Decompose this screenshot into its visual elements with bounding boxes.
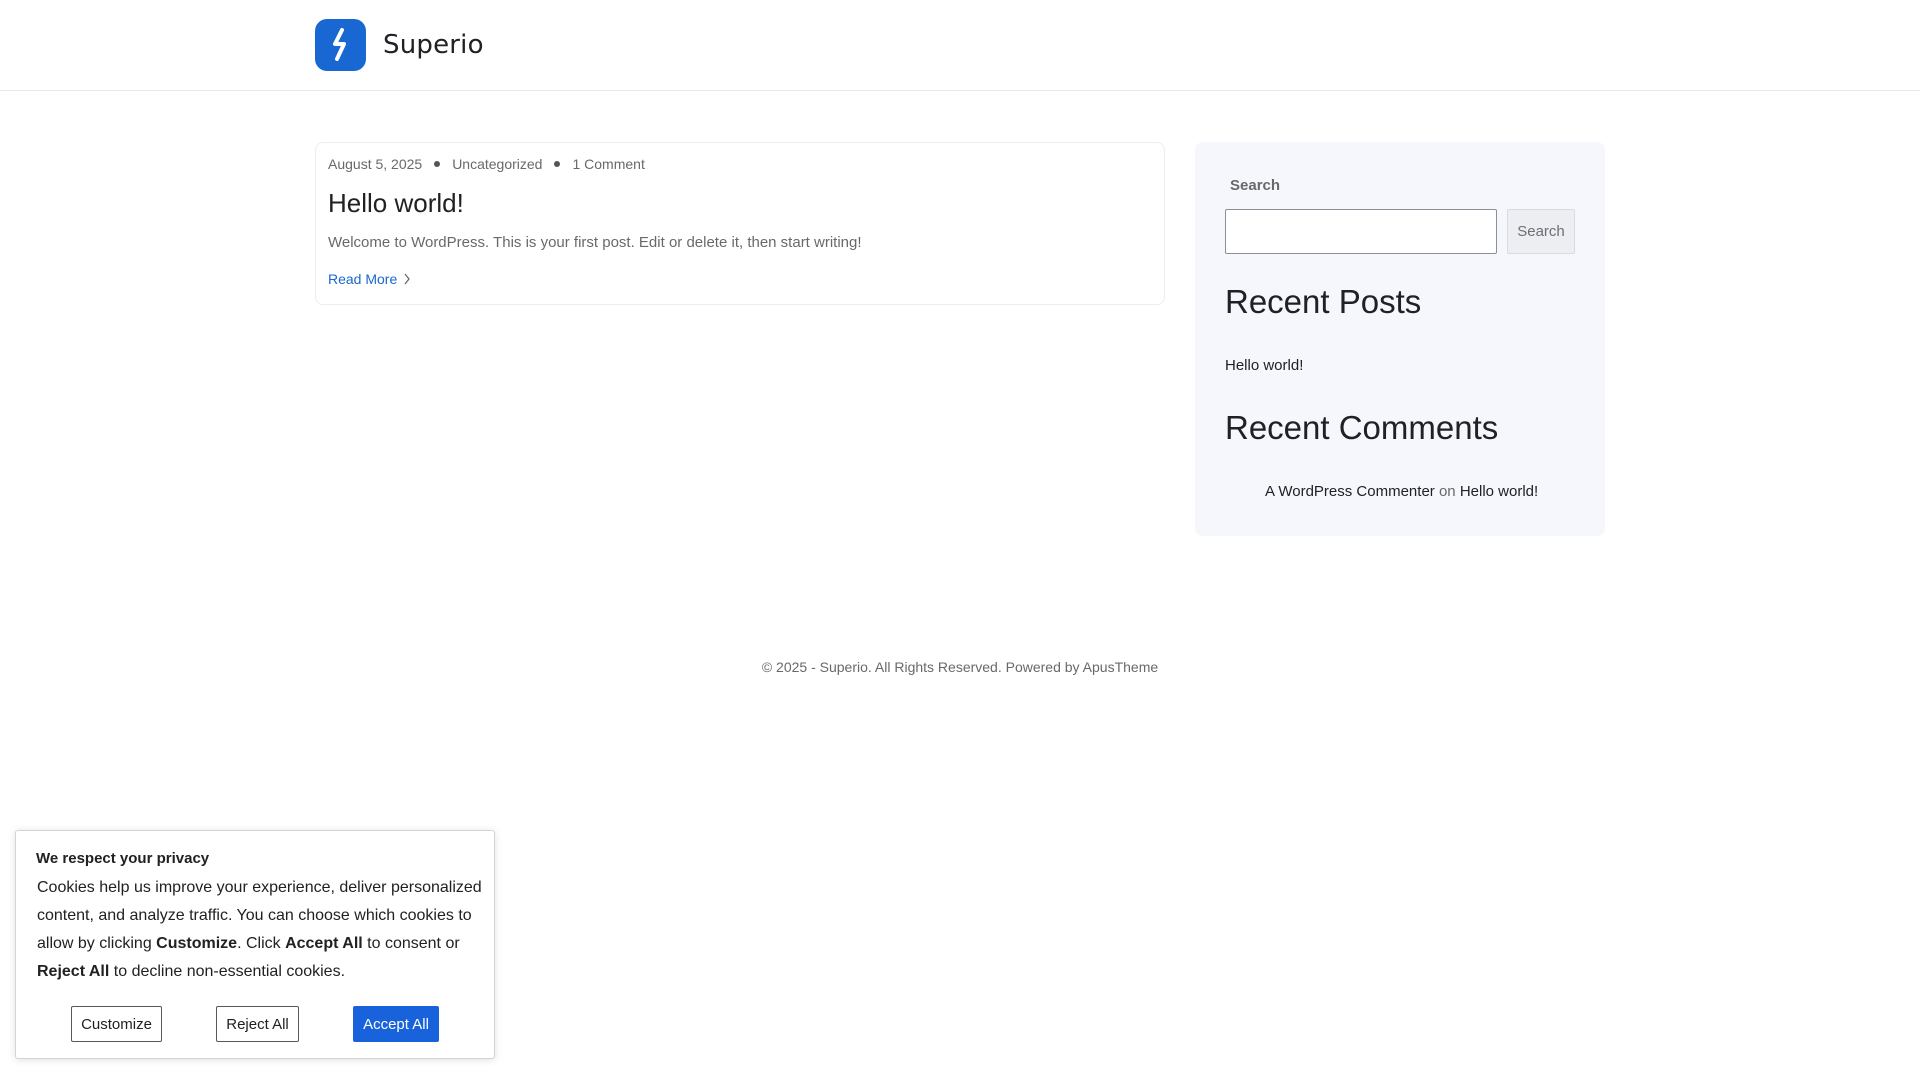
- post-category[interactable]: Uncategorized: [452, 156, 542, 172]
- meta-separator-dot: [554, 161, 561, 167]
- cookie-title: We respect your privacy: [36, 850, 210, 867]
- cookie-text-part: . Click: [237, 935, 286, 952]
- comment-connector: on: [1438, 483, 1456, 500]
- recent-comments-heading: Recent Comments: [1225, 409, 1499, 446]
- site-name: Superio: [383, 30, 484, 60]
- cookie-text-part: to decline non-essential cookies.: [109, 963, 346, 980]
- site-header: Superio: [0, 0, 1920, 91]
- cookie-customize-button[interactable]: Customize: [71, 1006, 162, 1042]
- footer-theme-link[interactable]: ApusTheme: [1083, 659, 1158, 675]
- chevron-right-icon: [404, 273, 411, 285]
- sidebar: Search Search Recent Posts Hello world! …: [1195, 142, 1605, 536]
- post-comments-count[interactable]: 1 Comment: [572, 156, 644, 172]
- recent-post-link[interactable]: Hello world!: [1225, 357, 1303, 374]
- site-logo[interactable]: Superio: [315, 19, 484, 71]
- recent-posts-heading: Recent Posts: [1225, 283, 1422, 320]
- post-card: August 5, 2025 Uncategorized 1 Comment H…: [315, 142, 1165, 305]
- recent-comment-item: A WordPress Commenter on Hello world!: [1265, 483, 1538, 500]
- cookie-text-bold: Customize: [156, 935, 238, 952]
- post-meta: August 5, 2025 Uncategorized 1 Comment: [328, 156, 645, 172]
- search-label: Search: [1230, 177, 1281, 194]
- read-more-link[interactable]: Read More: [328, 271, 411, 287]
- footer-copyright: © 2025 - Superio. All Rights Reserved. P…: [0, 659, 1920, 675]
- post-date[interactable]: August 5, 2025: [328, 156, 422, 172]
- footer-text: © 2025 - Superio. All Rights Reserved. P…: [761, 659, 1080, 675]
- superio-logo-icon: [315, 19, 366, 71]
- post-excerpt: Welcome to WordPress. This is your first…: [328, 234, 862, 251]
- search-input[interactable]: [1225, 209, 1497, 254]
- search-button[interactable]: Search: [1507, 209, 1575, 254]
- post-title[interactable]: Hello world!: [328, 188, 464, 219]
- read-more-label: Read More: [328, 271, 398, 287]
- cookie-text-bold: Reject All: [37, 963, 110, 980]
- comment-author-link[interactable]: A WordPress Commenter: [1265, 483, 1435, 500]
- cookie-accept-button[interactable]: Accept All: [353, 1006, 439, 1042]
- meta-separator-dot: [434, 161, 441, 167]
- cookie-reject-button[interactable]: Reject All: [216, 1006, 299, 1042]
- cookie-consent-banner: We respect your privacy Cookies help us …: [15, 830, 495, 1059]
- comment-post-link[interactable]: Hello world!: [1460, 483, 1538, 500]
- cookie-description: Cookies help us improve your experience,…: [37, 874, 482, 986]
- cookie-text-part: to consent or: [362, 935, 460, 952]
- cookie-text-bold: Accept All: [285, 935, 363, 952]
